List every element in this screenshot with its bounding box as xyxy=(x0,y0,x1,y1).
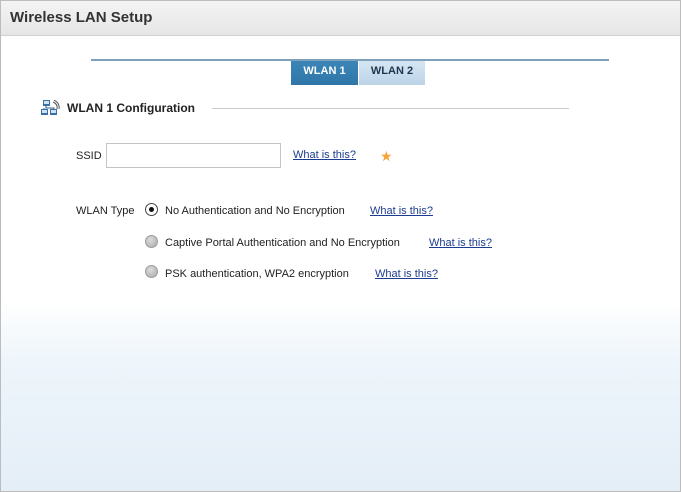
option-label-no-auth: No Authentication and No Encryption xyxy=(165,205,345,217)
required-star-icon: ★ xyxy=(380,148,393,164)
page-title: Wireless LAN Setup xyxy=(10,9,153,26)
option-label-psk: PSK authentication, WPA2 encryption xyxy=(165,268,349,280)
ssid-help-link[interactable]: What is this? xyxy=(293,149,356,161)
ssid-input[interactable] xyxy=(106,143,281,168)
radio-no-auth[interactable] xyxy=(145,203,158,216)
wireless-lan-setup-panel: Wireless LAN Setup WLAN 1 WLAN 2 WLAN 1 … xyxy=(0,0,681,492)
radio-captive-portal[interactable] xyxy=(145,235,158,248)
network-icon xyxy=(41,100,60,115)
section-header: WLAN 1 Configuration xyxy=(41,99,571,117)
psk-help-link[interactable]: What is this? xyxy=(375,268,438,280)
radio-psk[interactable] xyxy=(145,265,158,278)
captive-portal-help-link[interactable]: What is this? xyxy=(429,237,492,249)
ssid-label: SSID xyxy=(76,150,102,162)
title-bar: Wireless LAN Setup xyxy=(1,1,680,36)
option-label-captive-portal: Captive Portal Authentication and No Enc… xyxy=(165,237,400,249)
section-title: WLAN 1 Configuration xyxy=(67,101,195,115)
section-divider xyxy=(212,108,569,109)
tab-wlan-1[interactable]: WLAN 1 xyxy=(291,61,358,85)
wlan-type-label: WLAN Type xyxy=(76,205,135,217)
no-auth-help-link[interactable]: What is this? xyxy=(370,205,433,217)
tab-wlan-2[interactable]: WLAN 2 xyxy=(359,61,425,85)
